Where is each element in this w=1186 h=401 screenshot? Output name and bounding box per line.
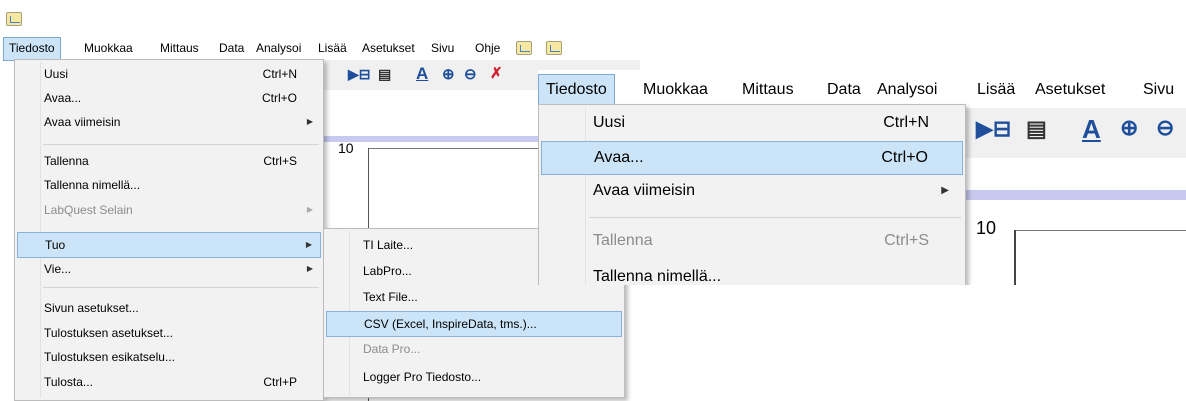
menu-sivu[interactable]: Sivu: [1136, 74, 1181, 106]
menu-muokkaa[interactable]: Muokkaa: [636, 74, 715, 106]
zoomed-toolbar: ▶⊟ ▤ A ⊕ ⊖: [966, 108, 1186, 158]
zoomed-graph-area: 10: [966, 190, 1186, 285]
menu-lisaa[interactable]: Lisää: [970, 74, 1022, 106]
file-menu-item-open[interactable]: Avaa... Ctrl+O: [17, 86, 321, 110]
menu-ohje[interactable]: Ohje: [470, 37, 505, 59]
zoomed-file-menu: Uusi Ctrl+N Avaa... Ctrl+O Avaa viimeisi…: [538, 104, 966, 285]
submenu-arrow-icon: ▶: [941, 185, 949, 196]
data-browser-icon[interactable]: ▤: [378, 66, 391, 83]
menu-asetukset[interactable]: Asetukset: [1028, 74, 1112, 106]
menu-mittaus[interactable]: Mittaus: [735, 74, 801, 106]
menu-lisaa[interactable]: Lisää: [313, 37, 352, 59]
menu-tiedosto[interactable]: Tiedosto: [3, 37, 61, 61]
y-axis-tick: 10: [976, 218, 997, 238]
add-column-icon[interactable]: ▶⊟: [348, 66, 371, 83]
menu-tiedosto[interactable]: Tiedosto: [538, 74, 615, 108]
file-menu-item-save[interactable]: Tallenna Ctrl+S: [17, 149, 321, 173]
menu-sivu[interactable]: Sivu: [426, 37, 459, 59]
menu-analysoi[interactable]: Analysoi: [251, 37, 306, 59]
zoom-in-icon[interactable]: ⊕: [1120, 115, 1138, 141]
menu-mittaus[interactable]: Mittaus: [155, 37, 204, 59]
file-menu-item-new[interactable]: Uusi Ctrl+N: [17, 62, 321, 86]
file-menu-item-open[interactable]: Avaa... Ctrl+O: [541, 141, 963, 175]
file-menu-item-save-as[interactable]: Tallenna nimellä...: [541, 261, 963, 285]
zoom-out-icon[interactable]: ⊖: [1156, 115, 1174, 141]
autoscale-icon[interactable]: A: [1082, 114, 1101, 145]
file-menu-item-print-setup[interactable]: Tulostuksen asetukset...: [17, 321, 321, 345]
menu-bar: Tiedosto Muokkaa Mittaus Data Analysoi L…: [0, 37, 640, 61]
import-item-data-pro: Data Pro...: [363, 342, 421, 356]
zoomed-menu-bar: Tiedosto Muokkaa Mittaus Data Analysoi L…: [538, 70, 1186, 108]
submenu-arrow-icon: ▶: [305, 240, 312, 249]
menu-analysoi[interactable]: Analysoi: [870, 74, 944, 106]
import-item-text-file[interactable]: Text File...: [326, 285, 622, 309]
zoom-in-icon[interactable]: ⊕: [442, 65, 455, 83]
app-icon: [6, 12, 22, 26]
file-menu-item-new[interactable]: Uusi Ctrl+N: [541, 107, 963, 139]
file-menu: Uusi Ctrl+N Avaa... Ctrl+O Avaa viimeisi…: [14, 59, 324, 401]
app-icon: [546, 41, 562, 55]
examine-icon[interactable]: ✗: [490, 64, 503, 82]
zoom-out-icon[interactable]: ⊖: [464, 65, 477, 83]
file-menu-item-labquest-browser: LabQuest Selain ▶: [17, 198, 321, 222]
file-menu-item-import[interactable]: Tuo ▶: [17, 232, 321, 258]
app-icon: [516, 41, 532, 55]
menu-data[interactable]: Data: [214, 37, 249, 59]
y-axis-tick: 10: [338, 140, 354, 156]
submenu-arrow-icon: ▶: [306, 117, 313, 126]
file-menu-item-save-as[interactable]: Tallenna nimellä...: [17, 173, 321, 197]
menu-asetukset[interactable]: Asetukset: [357, 37, 420, 59]
import-item-logger-pro-file[interactable]: Logger Pro Tiedosto...: [326, 365, 622, 389]
file-menu-item-open-recent[interactable]: Avaa viimeisin ▶: [541, 175, 963, 207]
add-column-icon[interactable]: ▶⊟: [976, 116, 1011, 142]
menu-data[interactable]: Data: [820, 74, 868, 106]
file-menu-item-print[interactable]: Tulosta... Ctrl+P: [17, 370, 321, 394]
submenu-arrow-icon: ▶: [306, 264, 313, 273]
data-browser-icon[interactable]: ▤: [1026, 116, 1047, 142]
file-menu-item-print-preview[interactable]: Tulostuksen esikatselu...: [17, 345, 321, 369]
import-item-csv[interactable]: CSV (Excel, InspireData, tms.)...: [326, 311, 622, 337]
file-menu-item-page-setup[interactable]: Sivun asetukset...: [17, 296, 321, 320]
autoscale-icon[interactable]: A: [416, 64, 428, 84]
zoomed-screenshot: Tiedosto Muokkaa Mittaus Data Analysoi L…: [538, 70, 1186, 285]
file-menu-item-export[interactable]: Vie... ▶: [17, 257, 321, 281]
file-menu-item-save: Tallenna Ctrl+S: [593, 232, 929, 249]
submenu-arrow-icon: ▶: [306, 205, 313, 214]
file-menu-item-open-recent[interactable]: Avaa viimeisin ▶: [17, 110, 321, 134]
menu-muokkaa[interactable]: Muokkaa: [79, 37, 138, 59]
